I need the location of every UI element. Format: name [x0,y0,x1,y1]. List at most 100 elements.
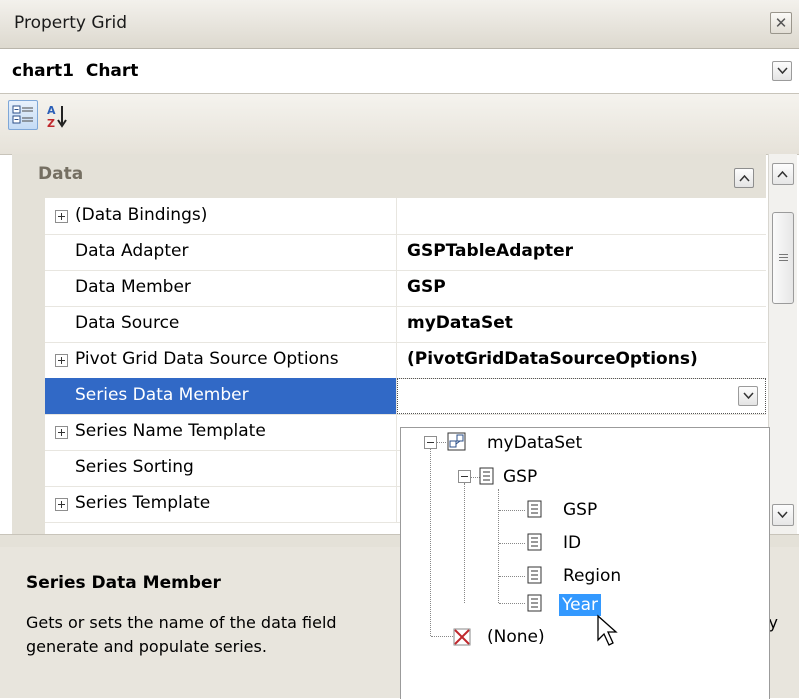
property-name: Pivot Grid Data Source Options [75,349,339,369]
object-selector-dropdown-button[interactable] [772,61,792,81]
property-name-cell: Data Adapter [45,234,397,270]
property-name-cell: Pivot Grid Data Source Options [45,342,397,378]
close-button[interactable]: ✕ [770,12,792,34]
property-name: Series Name Template [75,421,266,441]
description-line1-left: Gets or sets the name of the data field [26,613,337,632]
scroll-down-button[interactable] [772,504,794,526]
alphabetical-button[interactable]: A Z [44,102,72,130]
tree-node-field-region[interactable]: Region [525,563,725,589]
tree-node-label-selected: Year [559,594,601,616]
categorized-icon [12,105,33,124]
chevron-up-icon [739,174,750,182]
chevron-down-icon [743,392,754,400]
collapse-icon[interactable] [458,470,471,483]
tree-node-field-id[interactable]: ID [525,530,725,556]
vertical-scrollbar[interactable] [768,154,797,534]
property-name-cell: Series Data Member [45,378,397,414]
property-value: GSP [407,277,446,297]
close-icon: ✕ [774,14,788,32]
scroll-up-button[interactable] [772,163,794,185]
property-value-cell[interactable]: myDataSet [397,306,766,342]
sort-alphabetical-icon: A Z [47,104,67,130]
property-name-cell: (Data Bindings) [45,198,397,234]
description-title: Series Data Member [26,573,221,593]
property-value-cell[interactable]: GSP [397,270,766,306]
tree-node-label: GSP [563,500,598,520]
clear-x-icon [453,628,471,646]
chevron-up-icon [777,170,788,178]
object-type: Chart [85,61,139,81]
tree-line [499,510,525,511]
property-value: GSPTableAdapter [407,241,574,261]
grid-gutter [12,154,45,534]
tree-line [464,483,465,603]
object-selector[interactable]: chart1 Chart [0,49,799,94]
property-name: (Data Bindings) [75,205,208,225]
category-row-data[interactable]: Data [12,154,766,198]
description-line2: generate and populate series. [26,637,267,656]
svg-text:Z: Z [47,117,55,130]
property-toolbar: A Z [0,94,799,155]
property-name: Series Template [75,493,211,513]
tree-line [499,543,525,544]
tree-node-label: GSP [503,467,538,487]
collapse-icon[interactable] [424,436,437,449]
property-value-cell[interactable]: GSPTableAdapter [397,234,766,270]
title-bar: Property Grid ✕ [0,0,799,49]
field-icon [527,533,542,551]
tree-line [430,449,431,636]
property-row-data-source[interactable]: Data Source myDataSet [45,306,766,343]
field-icon [527,500,542,518]
property-name-cell: Series Sorting [45,450,397,486]
property-name-cell: Series Name Template [45,414,397,450]
property-row-data-bindings[interactable]: (Data Bindings) [45,198,766,235]
expand-icon[interactable] [55,498,68,511]
category-label: Data [38,164,84,184]
tree-node-label: (None) [487,627,545,647]
chevron-down-icon [777,67,788,75]
chevron-down-icon [777,511,788,519]
property-value-editor[interactable] [397,378,766,414]
field-icon [527,566,542,584]
scroll-thumb[interactable] [772,212,794,304]
tree-node-none[interactable]: (None) [453,624,653,650]
table-icon [479,467,494,485]
expand-icon[interactable] [55,210,68,223]
property-value-cell[interactable]: (PivotGridDataSourceOptions) [397,342,766,378]
tree-node-field-gsp[interactable]: GSP [525,497,725,523]
tree-node-dataset[interactable]: myDataSet [423,430,623,456]
property-name: Data Source [75,313,180,333]
expand-icon[interactable] [55,354,68,367]
property-row-data-adapter[interactable]: Data Adapter GSPTableAdapter [45,234,766,271]
property-value: myDataSet [407,313,513,333]
value-dropdown-button[interactable] [738,386,758,406]
dataset-icon [447,432,466,451]
tree-line [499,603,525,604]
property-value-cell[interactable] [397,198,766,234]
property-value: (PivotGridDataSourceOptions) [407,349,698,369]
expand-icon[interactable] [55,426,68,439]
property-name-cell: Series Template [45,486,397,522]
data-member-dropdown: myDataSet GSP GSP ID Region Year (None) [400,427,770,699]
object-selector-label: chart1 Chart [12,61,138,81]
mouse-pointer-icon [597,614,618,646]
property-name-cell: Data Source [45,306,397,342]
tree-line [431,636,453,637]
tree-node-label: myDataSet [487,433,583,453]
property-name-cell: Data Member [45,270,397,306]
window-title: Property Grid [14,13,128,33]
tree-node-label: Region [563,566,622,586]
object-name: chart1 [12,61,74,81]
tree-node-field-year[interactable]: Year [525,591,725,617]
property-name: Series Data Member [75,385,249,405]
field-icon [527,594,542,612]
category-collapse-button[interactable] [734,168,754,188]
property-name: Data Member [75,277,191,297]
property-row-series-data-member[interactable]: Series Data Member [45,378,766,415]
tree-node-table[interactable]: GSP [457,464,657,490]
tree-line [499,576,525,577]
tree-line [498,489,499,603]
property-row-data-member[interactable]: Data Member GSP [45,270,766,307]
property-row-pivot-grid-data-source-options[interactable]: Pivot Grid Data Source Options (PivotGri… [45,342,766,379]
categorized-button[interactable] [8,100,38,130]
